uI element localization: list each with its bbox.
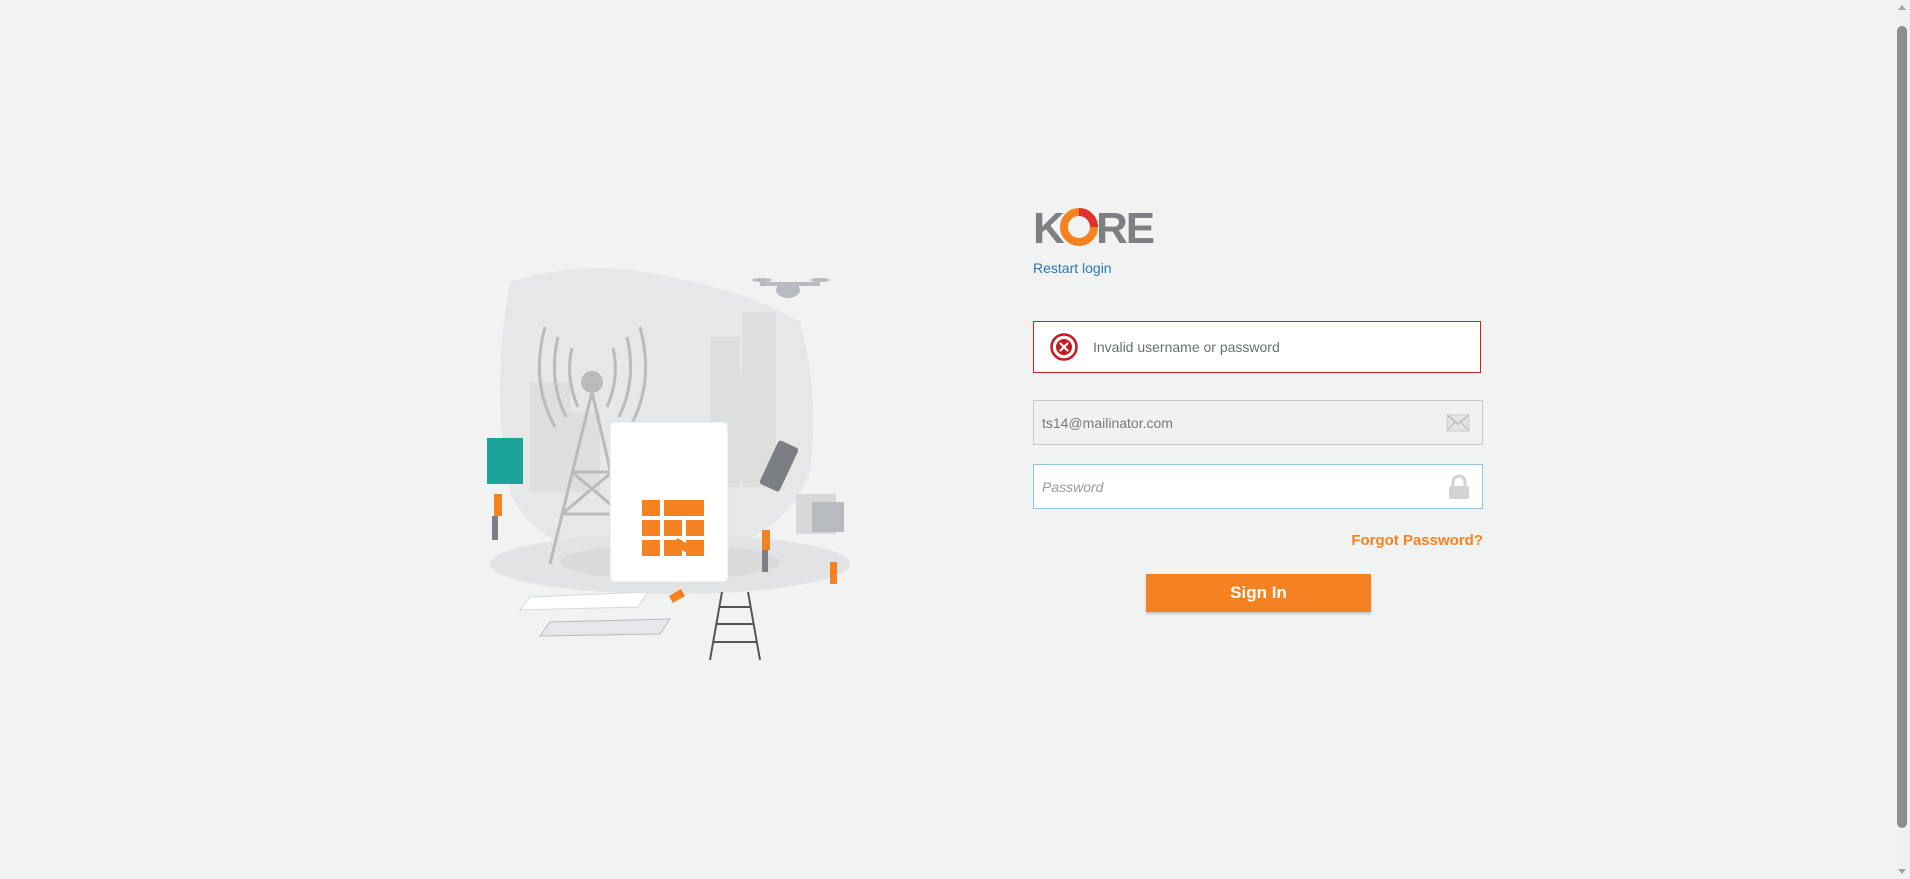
scroll-up-arrow-icon[interactable] [1898,5,1906,10]
password-input[interactable] [1034,464,1424,509]
password-field [1033,464,1483,509]
scroll-thumb[interactable] [1897,26,1907,828]
kore-logo-graphic: K RE [1033,206,1156,248]
restart-login-link[interactable]: Restart login [1033,260,1112,276]
sign-in-button[interactable]: Sign In [1146,574,1371,612]
error-alert: Invalid username or password [1033,321,1481,373]
envelope-icon [1446,413,1470,431]
email-input[interactable] [1034,400,1424,445]
login-page: K RE Restart login Invalid username or p… [0,0,1910,879]
kore-logo: K RE [1033,204,1483,250]
vertical-scrollbar[interactable] [1894,0,1910,879]
illustration-graphic [487,268,850,661]
email-field [1033,400,1483,445]
error-x-icon [1050,333,1078,361]
lock-icon [1449,474,1469,499]
login-panel: K RE Restart login Invalid username or p… [1033,204,1483,612]
iot-illustration [470,262,880,662]
error-message: Invalid username or password [1093,339,1280,355]
forgot-password-link[interactable]: Forgot Password? [1351,532,1483,549]
svg-text:RE: RE [1096,206,1154,248]
scroll-down-arrow-icon[interactable] [1898,869,1906,874]
